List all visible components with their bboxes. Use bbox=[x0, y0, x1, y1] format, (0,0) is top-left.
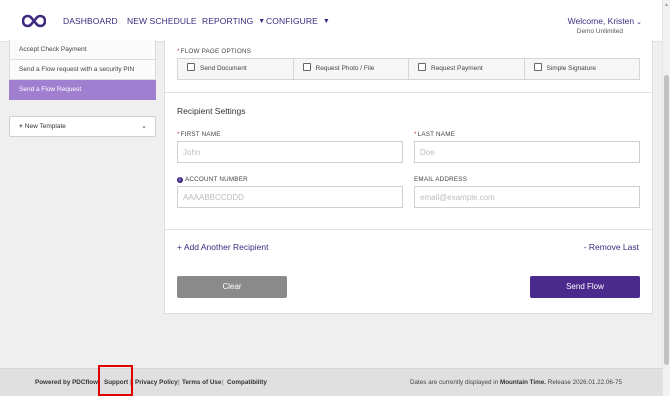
option-simple-signature[interactable]: Simple Signature bbox=[525, 59, 640, 79]
nav-reporting-label: REPORTING bbox=[202, 16, 254, 26]
template-item-label: Accept Check Payment bbox=[19, 46, 87, 53]
recipient-settings-title: Recipient Settings bbox=[177, 106, 246, 116]
new-template-dropdown[interactable]: + New Template ⌄ bbox=[9, 116, 156, 137]
clear-button[interactable]: Clear bbox=[177, 276, 287, 298]
option-request-photo-file[interactable]: Request Photo / File bbox=[294, 59, 409, 79]
first-name-label: *FIRST NAME bbox=[177, 131, 221, 138]
option-label: Request Photo / File bbox=[315, 65, 375, 72]
send-flow-button[interactable]: Send Flow bbox=[530, 276, 640, 298]
checkbox[interactable] bbox=[533, 63, 542, 71]
template-list: Accept Check Payment Send a Flow request… bbox=[9, 40, 156, 100]
info-icon[interactable]: i bbox=[177, 177, 183, 183]
email-address-label: EMAIL ADDRESS bbox=[414, 176, 468, 183]
flow-page-options: Send Document Request Photo / File Reque… bbox=[177, 58, 640, 80]
nav-new-schedule-label: NEW SCHEDULE bbox=[127, 16, 197, 26]
nav-new-schedule[interactable]: NEW SCHEDULE bbox=[127, 16, 197, 26]
org-name: Demo Unlimited bbox=[576, 28, 623, 35]
template-item-label: Send a Flow Request bbox=[19, 86, 82, 93]
new-template-label: New Template bbox=[24, 123, 66, 130]
dates-prefix-text: Dates are currently displayed in bbox=[410, 379, 499, 386]
option-label: Send Document bbox=[200, 65, 247, 72]
compatibility-link[interactable]: Compatibility bbox=[227, 379, 267, 386]
support-highlight-box bbox=[98, 365, 133, 396]
checkbox[interactable] bbox=[187, 63, 195, 71]
nav-configure-label: CONFIGURE bbox=[266, 16, 318, 26]
chevron-down-icon: ⌄ bbox=[636, 19, 642, 26]
account-number-input[interactable] bbox=[177, 186, 403, 208]
divider bbox=[165, 229, 652, 230]
nav-configure[interactable]: CONFIGURE ▼ bbox=[266, 16, 330, 26]
nav-dashboard[interactable]: DASHBOARD bbox=[63, 16, 118, 26]
checkbox[interactable] bbox=[302, 63, 311, 71]
last-name-label: *LAST NAME bbox=[414, 131, 456, 138]
nav-reporting[interactable]: REPORTING ▼ bbox=[202, 16, 265, 26]
nav-dashboard-label: DASHBOARD bbox=[63, 16, 118, 26]
scrollbar-thumb[interactable] bbox=[664, 75, 669, 365]
option-label: Simple Signature bbox=[546, 65, 597, 72]
add-recipient-link[interactable]: + Add Another Recipient bbox=[177, 242, 268, 252]
separator: | bbox=[178, 379, 180, 386]
caret-down-icon: ▼ bbox=[322, 18, 330, 25]
last-name-input[interactable] bbox=[414, 141, 640, 163]
timezone-text: Mountain Time. bbox=[499, 379, 547, 386]
welcome-text: Welcome, Kristen bbox=[567, 16, 635, 26]
account-number-label: i ACCOUNT NUMBER bbox=[177, 176, 248, 183]
infinity-logo-icon[interactable] bbox=[22, 13, 46, 29]
template-item-label: Send a Flow request with a security PIN bbox=[19, 66, 135, 73]
option-request-payment[interactable]: Request Payment bbox=[409, 59, 525, 79]
plus-icon: + bbox=[19, 123, 23, 130]
template-item-accept-check-payment[interactable]: Accept Check Payment bbox=[9, 40, 156, 60]
flow-page-options-label: *FLOW PAGE OPTIONS bbox=[177, 48, 252, 55]
privacy-policy-link[interactable]: Privacy Policy bbox=[135, 379, 178, 386]
email-address-input[interactable] bbox=[414, 186, 640, 208]
template-item-security-pin[interactable]: Send a Flow request with a security PIN bbox=[9, 60, 156, 80]
separator: | bbox=[222, 379, 224, 386]
user-menu[interactable]: Welcome, Kristen ⌄ bbox=[568, 16, 642, 26]
page-scrollbar[interactable]: ▲ bbox=[662, 0, 670, 396]
release-text: Release 2026.01.22.06-75 bbox=[547, 379, 622, 386]
terms-of-use-link[interactable]: Terms of Use bbox=[182, 379, 221, 386]
timezone-notice: Dates are currently displayed in Mountai… bbox=[410, 379, 622, 386]
divider bbox=[165, 92, 652, 93]
flow-form-panel: *FLOW PAGE OPTIONS Send Document Request… bbox=[164, 40, 653, 314]
checkbox[interactable] bbox=[418, 63, 426, 71]
powered-by-text: Powered by PDCflow bbox=[35, 379, 98, 386]
option-send-document[interactable]: Send Document bbox=[178, 59, 294, 79]
first-name-input[interactable] bbox=[177, 141, 403, 163]
top-header: DASHBOARD NEW SCHEDULE REPORTING ▼ CONFIG… bbox=[0, 0, 662, 42]
template-item-send-flow-request[interactable]: Send a Flow Request bbox=[9, 80, 156, 100]
option-label: Request Payment bbox=[431, 65, 483, 72]
caret-down-icon: ▼ bbox=[258, 18, 266, 25]
remove-last-link[interactable]: - Remove Last bbox=[584, 242, 639, 252]
chevron-down-icon: ⌄ bbox=[141, 123, 147, 130]
scroll-up-arrow-icon[interactable]: ▲ bbox=[664, 2, 669, 8]
